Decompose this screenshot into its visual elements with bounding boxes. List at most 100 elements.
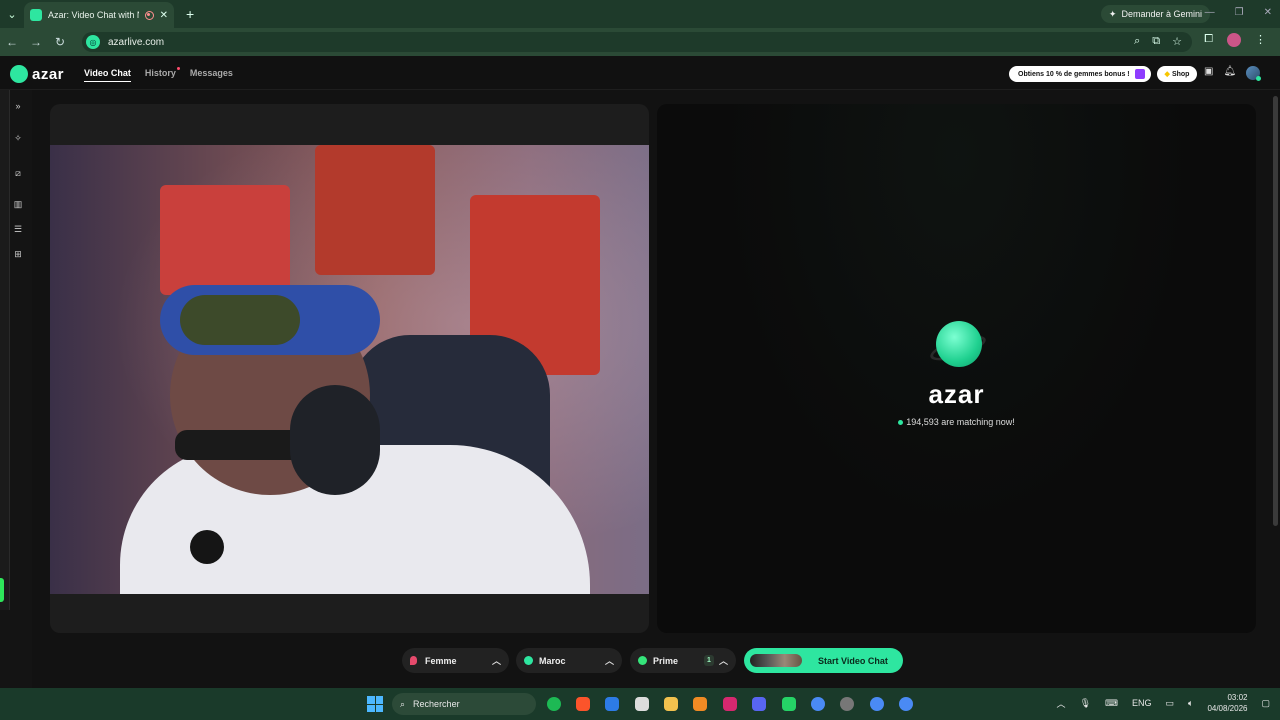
- whatsapp-icon[interactable]: [782, 697, 796, 711]
- clock[interactable]: 03:02 04/08/2026: [1207, 692, 1247, 714]
- install-app-icon[interactable]: ⧉: [1152, 35, 1160, 48]
- browser-menu-icon[interactable]: ⋮: [1255, 33, 1266, 47]
- notification-icon[interactable]: ▢: [1261, 698, 1270, 709]
- discord-icon[interactable]: [752, 697, 766, 711]
- brave-icon[interactable]: [576, 697, 590, 711]
- browser-tab-strip: ⌄ Azar: Video Chat with New ✕ + ✦ Demand…: [0, 0, 1280, 28]
- steam-icon[interactable]: [840, 697, 854, 711]
- minimize-icon[interactable]: —: [1205, 7, 1215, 18]
- country-filter[interactable]: Maroc ︿: [516, 648, 622, 673]
- file-explorer-icon[interactable]: [664, 697, 678, 711]
- zoom-icon[interactable]: ⌕: [1134, 35, 1140, 48]
- shop-label: Shop: [1171, 70, 1190, 78]
- user-thumbnails: [750, 654, 802, 667]
- site-info-icon[interactable]: ◎: [86, 35, 100, 49]
- brand-wordmark: azar: [928, 379, 985, 409]
- layout-grid-icon[interactable]: ⊞: [12, 248, 24, 260]
- header-icons: ▣ 🔔︎: [1204, 66, 1262, 81]
- gender-filter[interactable]: Femme ︿: [402, 648, 509, 673]
- microphone-icon[interactable]: 🎙︎: [1080, 698, 1091, 709]
- inbox-icon[interactable]: ▣: [1204, 66, 1213, 80]
- hanging-shirt: [315, 145, 435, 275]
- goggles-lens: [180, 295, 300, 345]
- location-pin-icon: [410, 656, 417, 665]
- tab-search-chevron-icon[interactable]: ⌄: [0, 0, 24, 28]
- matching-text: 194,593 are matching now!: [906, 417, 1015, 427]
- planet-ball: [936, 321, 982, 367]
- windows-start-icon[interactable]: [367, 696, 383, 712]
- filter-slash-icon[interactable]: ⧄: [12, 167, 24, 179]
- country-filter-label: Maroc: [539, 655, 566, 666]
- browser-tab-azar[interactable]: Azar: Video Chat with New ✕: [24, 2, 174, 28]
- tab-close-icon[interactable]: ✕: [160, 10, 168, 21]
- browser-toolbar: ← → ↻ ◎ azarlive.com ⌕ ⧉ ☆: [0, 28, 1280, 56]
- prime-count-badge: 1: [704, 655, 714, 666]
- nav-messages[interactable]: Messages: [190, 68, 233, 82]
- extension-area: ⧠ ⋮: [1204, 33, 1266, 47]
- magic-wand-icon[interactable]: ✧: [12, 132, 24, 144]
- sunglasses: [175, 430, 305, 460]
- recording-indicator-icon: [144, 10, 154, 20]
- clock-date: 04/08/2026: [1207, 704, 1248, 713]
- restore-icon[interactable]: ❐: [1235, 7, 1244, 18]
- gem-bonus-promo[interactable]: Obtiens 10 % de gemmes bonus !: [1009, 66, 1151, 82]
- show-hidden-icons-icon[interactable]: ︿: [1057, 697, 1066, 710]
- clock-time: 03:02: [1227, 693, 1248, 702]
- vlc-icon[interactable]: [693, 697, 707, 711]
- url-text: azarlive.com: [108, 36, 165, 48]
- app-header: azar Video Chat History Messages Obtiens…: [0, 56, 1280, 90]
- self-video-panel: [50, 104, 649, 633]
- promo-text: Obtiens 10 % de gemmes bonus !: [1018, 70, 1130, 78]
- prime-filter[interactable]: Prime 1 ︿: [630, 648, 736, 673]
- instagram-icon[interactable]: [723, 697, 737, 711]
- new-tab-button[interactable]: +: [186, 6, 194, 22]
- start-button-label: Start Video Chat: [818, 655, 888, 666]
- language-indicator[interactable]: ENG: [1132, 698, 1152, 708]
- volume-icon[interactable]: 🔈︎: [1188, 698, 1193, 709]
- layout-columns-icon[interactable]: ▥: [12, 198, 24, 210]
- taskbar-search[interactable]: ⌕ Rechercher: [392, 693, 536, 715]
- keyboard-icon[interactable]: ⌨: [1105, 698, 1118, 709]
- nav-history-label: History: [144, 68, 176, 78]
- gemini-button[interactable]: ✦ Demander à Gemini: [1100, 5, 1210, 23]
- store-icon[interactable]: [635, 697, 649, 711]
- chevron-up-icon: ︿: [491, 656, 501, 666]
- security-shield-icon[interactable]: [605, 697, 619, 711]
- extensions-puzzle-icon[interactable]: ⧠: [1204, 33, 1213, 47]
- nav-video-chat[interactable]: Video Chat: [84, 68, 131, 82]
- address-bar[interactable]: ◎ azarlive.com ⌕ ⧉ ☆: [82, 32, 1192, 52]
- page-scrollbar[interactable]: [1273, 96, 1278, 526]
- window-close-icon[interactable]: ✕: [1264, 7, 1272, 18]
- azar-favicon-icon: [30, 9, 42, 21]
- gemini-sparkle-icon: ✦: [1108, 8, 1117, 19]
- prime-filter-label: Prime: [653, 655, 679, 666]
- azar-planet-icon: [10, 65, 28, 83]
- left-side-panel: » ✧ ⧄ ▥ ☰ ⊞: [0, 90, 32, 688]
- forward-arrow-icon[interactable]: →: [24, 35, 48, 49]
- headphone: [290, 385, 380, 495]
- user-avatar[interactable]: [1246, 66, 1262, 81]
- hanging-shirt: [160, 185, 290, 295]
- window-controls: — ❐ ✕: [1205, 7, 1272, 18]
- country-flag-icon: [524, 656, 533, 665]
- reload-icon[interactable]: ↻: [48, 35, 72, 49]
- chrome-profile-icon[interactable]: [870, 697, 884, 711]
- expand-chevrons-icon[interactable]: »: [12, 100, 24, 112]
- bookmark-star-icon[interactable]: ☆: [1172, 35, 1182, 48]
- profile-avatar-icon[interactable]: [1227, 33, 1241, 47]
- network-icon[interactable]: ▭: [1166, 698, 1175, 709]
- back-arrow-icon[interactable]: ←: [0, 35, 24, 49]
- chrome-icon[interactable]: [811, 697, 825, 711]
- windows-taskbar: ⌕ Rechercher ︿ 🎙︎ ⌨ ENG ▭ 🔈︎ 03:02 04/08…: [0, 688, 1280, 720]
- azar-planet-logo-icon: [927, 319, 989, 373]
- nav-history[interactable]: History: [144, 67, 180, 82]
- headset-mic: [190, 530, 224, 564]
- shop-button[interactable]: ◆ Shop: [1157, 66, 1197, 82]
- start-video-chat-button[interactable]: Start Video Chat: [744, 648, 903, 673]
- azar-logo[interactable]: azar: [10, 65, 64, 83]
- bell-icon[interactable]: 🔔︎: [1223, 66, 1236, 80]
- system-tray: ︿ 🎙︎ ⌨ ENG ▭ 🔈︎ 03:02 04/08/2026 ▢: [1057, 692, 1270, 714]
- layout-rows-icon[interactable]: ☰: [12, 223, 24, 235]
- chrome-profile-icon[interactable]: [899, 697, 913, 711]
- spotify-icon[interactable]: [547, 697, 561, 711]
